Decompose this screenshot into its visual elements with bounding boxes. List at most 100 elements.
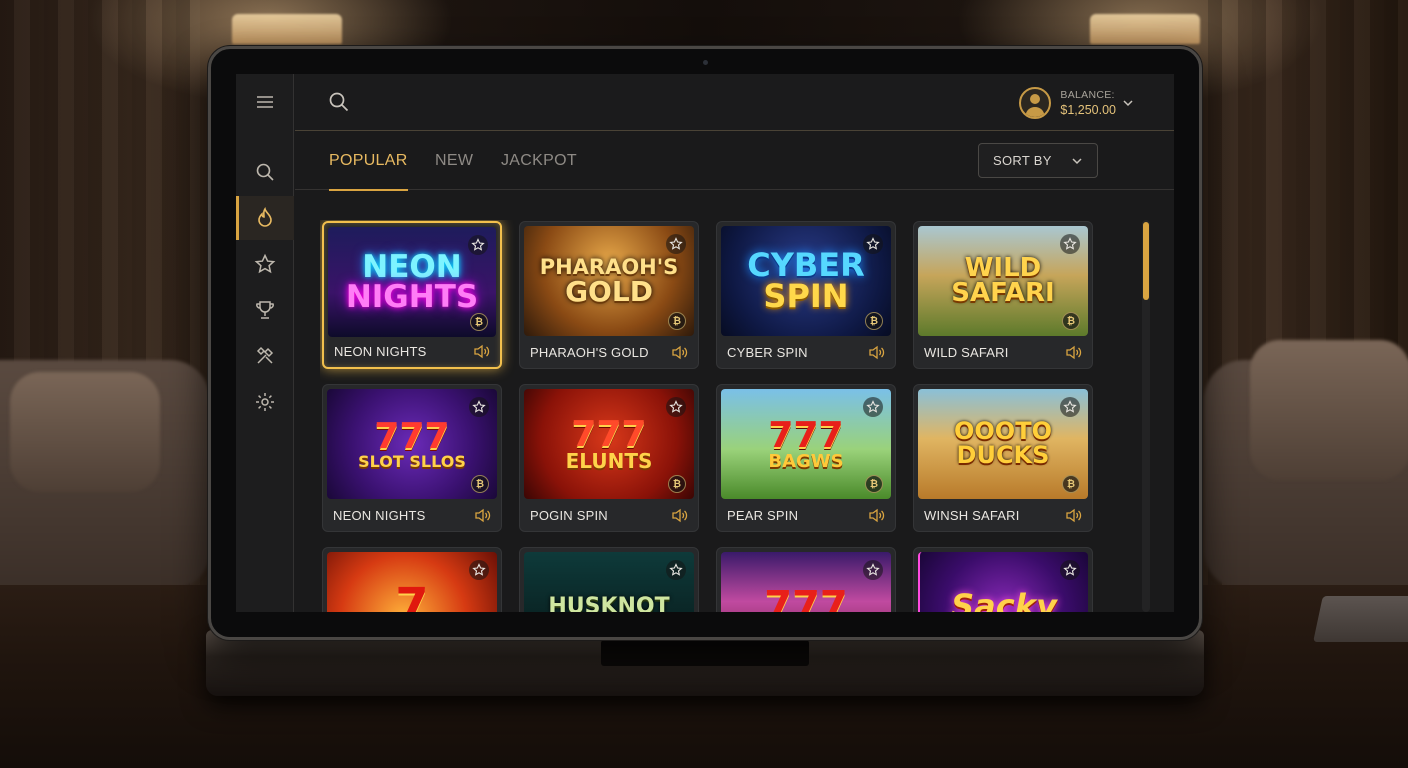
- speaker-icon[interactable]: [1065, 345, 1082, 360]
- speaker-icon[interactable]: [474, 508, 491, 523]
- game-title: PEAR SPIN: [727, 508, 799, 523]
- speaker-icon[interactable]: [671, 508, 688, 523]
- search-icon: [329, 92, 349, 112]
- trophy-icon: [256, 301, 274, 319]
- sidebar-item-popular[interactable]: [236, 196, 294, 240]
- user-avatar-icon: [1019, 87, 1052, 119]
- star-icon: [866, 237, 880, 250]
- game-card[interactable]: 777 ELUNTS ₿ POGIN SPIN: [519, 384, 699, 532]
- game-thumbnail: 777 BAGWS ₿: [721, 389, 891, 499]
- tab-popular[interactable]: POPULAR: [329, 132, 408, 191]
- star-icon: [472, 400, 486, 413]
- game-card[interactable]: HUSKNOT: [519, 547, 699, 612]
- favorite-button[interactable]: [1060, 397, 1080, 417]
- coin-icon: ₿: [1062, 475, 1080, 493]
- star-icon: [866, 563, 880, 576]
- game-art-subtitle: DUCKS: [956, 441, 1050, 469]
- sidebar-item-tools[interactable]: [236, 334, 294, 378]
- star-icon: [1063, 237, 1077, 250]
- game-card[interactable]: 7: [322, 547, 502, 612]
- game-art-subtitle: SAFARI: [951, 278, 1055, 308]
- game-card[interactable]: CYBER SPIN ₿ CYBER SPIN: [716, 221, 896, 369]
- game-art-subtitle: ELUNTS: [565, 448, 653, 473]
- category-tabs: POPULAR NEW JACKPOT SORT BY: [295, 132, 1174, 191]
- star-icon: [1063, 400, 1077, 413]
- coin-icon: ₿: [470, 313, 488, 331]
- tab-jackpot[interactable]: JACKPOT: [501, 132, 577, 190]
- balance: BALANCE: $1,250.00: [1060, 88, 1116, 118]
- game-title: POGIN SPIN: [530, 508, 608, 523]
- game-art-title: 777: [764, 583, 848, 612]
- menu-button[interactable]: [236, 80, 294, 124]
- game-art-subtitle: NIGHTS: [345, 279, 479, 315]
- scrollbar[interactable]: [1142, 220, 1150, 612]
- game-art-title: Sacky: [951, 587, 1057, 612]
- game-thumbnail: OOOTO DUCKS ₿: [918, 389, 1088, 499]
- favorite-button[interactable]: [468, 235, 488, 255]
- camera: [703, 60, 708, 65]
- game-card[interactable]: PHARAOH'S GOLD ₿ PHARAOH'S GOLD: [519, 221, 699, 369]
- favorite-button[interactable]: [1060, 560, 1080, 580]
- game-card[interactable]: 777 SLOT SLLOS ₿ NEON NIGHTS: [322, 384, 502, 532]
- favorite-button[interactable]: [469, 560, 489, 580]
- sort-by-dropdown[interactable]: SORT BY: [978, 143, 1098, 178]
- game-art-subtitle: SPIN: [763, 277, 849, 315]
- favorite-button[interactable]: [666, 234, 686, 254]
- game-card[interactable]: WILD SAFARI ₿ WILD SAFARI: [913, 221, 1093, 369]
- sidebar-item-favorites[interactable]: [236, 242, 294, 286]
- game-art-title: 777: [374, 415, 450, 457]
- star-icon: [1063, 563, 1077, 576]
- game-art-title: 777: [571, 413, 647, 455]
- sidebar-item-settings[interactable]: [236, 380, 294, 424]
- tab-new[interactable]: NEW: [435, 132, 473, 190]
- speaker-icon[interactable]: [868, 508, 885, 523]
- coin-icon: ₿: [471, 475, 489, 493]
- speaker-icon[interactable]: [473, 344, 490, 359]
- star-icon: [669, 400, 683, 413]
- screen: BALANCE: $1,250.00 POPULAR NEW JACKPOT S…: [236, 74, 1174, 612]
- game-title: WILD SAFARI: [924, 345, 1009, 360]
- star-icon: [669, 563, 683, 576]
- sidebar-item-search[interactable]: [236, 150, 294, 194]
- balance-value: $1,250.00: [1060, 103, 1116, 117]
- account-menu[interactable]: BALANCE: $1,250.00: [1019, 86, 1133, 120]
- game-art-title: NEON: [362, 248, 462, 285]
- favorite-button[interactable]: [863, 397, 883, 417]
- sort-by-label: SORT BY: [993, 153, 1052, 168]
- star-icon: [669, 237, 683, 250]
- game-art-title: 777: [768, 414, 844, 456]
- favorite-button[interactable]: [666, 397, 686, 417]
- game-thumbnail: WILD SAFARI ₿: [918, 226, 1088, 336]
- game-thumbnail: Sacky: [918, 552, 1088, 612]
- favorite-button[interactable]: [469, 397, 489, 417]
- favorite-button[interactable]: [863, 234, 883, 254]
- chevron-down-icon: [1123, 100, 1133, 107]
- star-icon: [866, 400, 880, 413]
- favorite-button[interactable]: [863, 560, 883, 580]
- menu-icon: [257, 96, 273, 108]
- tools-icon: [256, 346, 274, 364]
- game-art-subtitle: SLOT SLLOS: [358, 451, 466, 471]
- favorite-button[interactable]: [1060, 234, 1080, 254]
- game-grid: NEON NIGHTS ₿ NEON NIGHTS PHARAOH'S GOLD ₿…: [320, 220, 1100, 612]
- game-card[interactable]: OOOTO DUCKS ₿ WINSH SAFARI: [913, 384, 1093, 532]
- coin-icon: ₿: [865, 312, 883, 330]
- game-card[interactable]: Sacky: [913, 547, 1093, 612]
- game-art-subtitle: BAGWS: [768, 450, 844, 472]
- speaker-icon[interactable]: [868, 345, 885, 360]
- flame-icon: [258, 207, 272, 227]
- left-cushion: [10, 372, 160, 492]
- game-card[interactable]: 777 BAGWS ₿ PEAR SPIN: [716, 384, 896, 532]
- speaker-icon[interactable]: [671, 345, 688, 360]
- speaker-icon[interactable]: [1065, 508, 1082, 523]
- right-cushion: [1250, 340, 1408, 480]
- top-bar: BALANCE: $1,250.00: [295, 74, 1174, 131]
- game-card[interactable]: NEON NIGHTS ₿ NEON NIGHTS: [322, 221, 502, 369]
- header-search-button[interactable]: [327, 90, 351, 114]
- coin-icon: ₿: [1062, 312, 1080, 330]
- game-title: CYBER SPIN: [727, 345, 808, 360]
- favorite-button[interactable]: [666, 560, 686, 580]
- sidebar-item-tournaments[interactable]: [236, 288, 294, 332]
- scrollbar-thumb[interactable]: [1143, 222, 1149, 300]
- game-card[interactable]: 777: [716, 547, 896, 612]
